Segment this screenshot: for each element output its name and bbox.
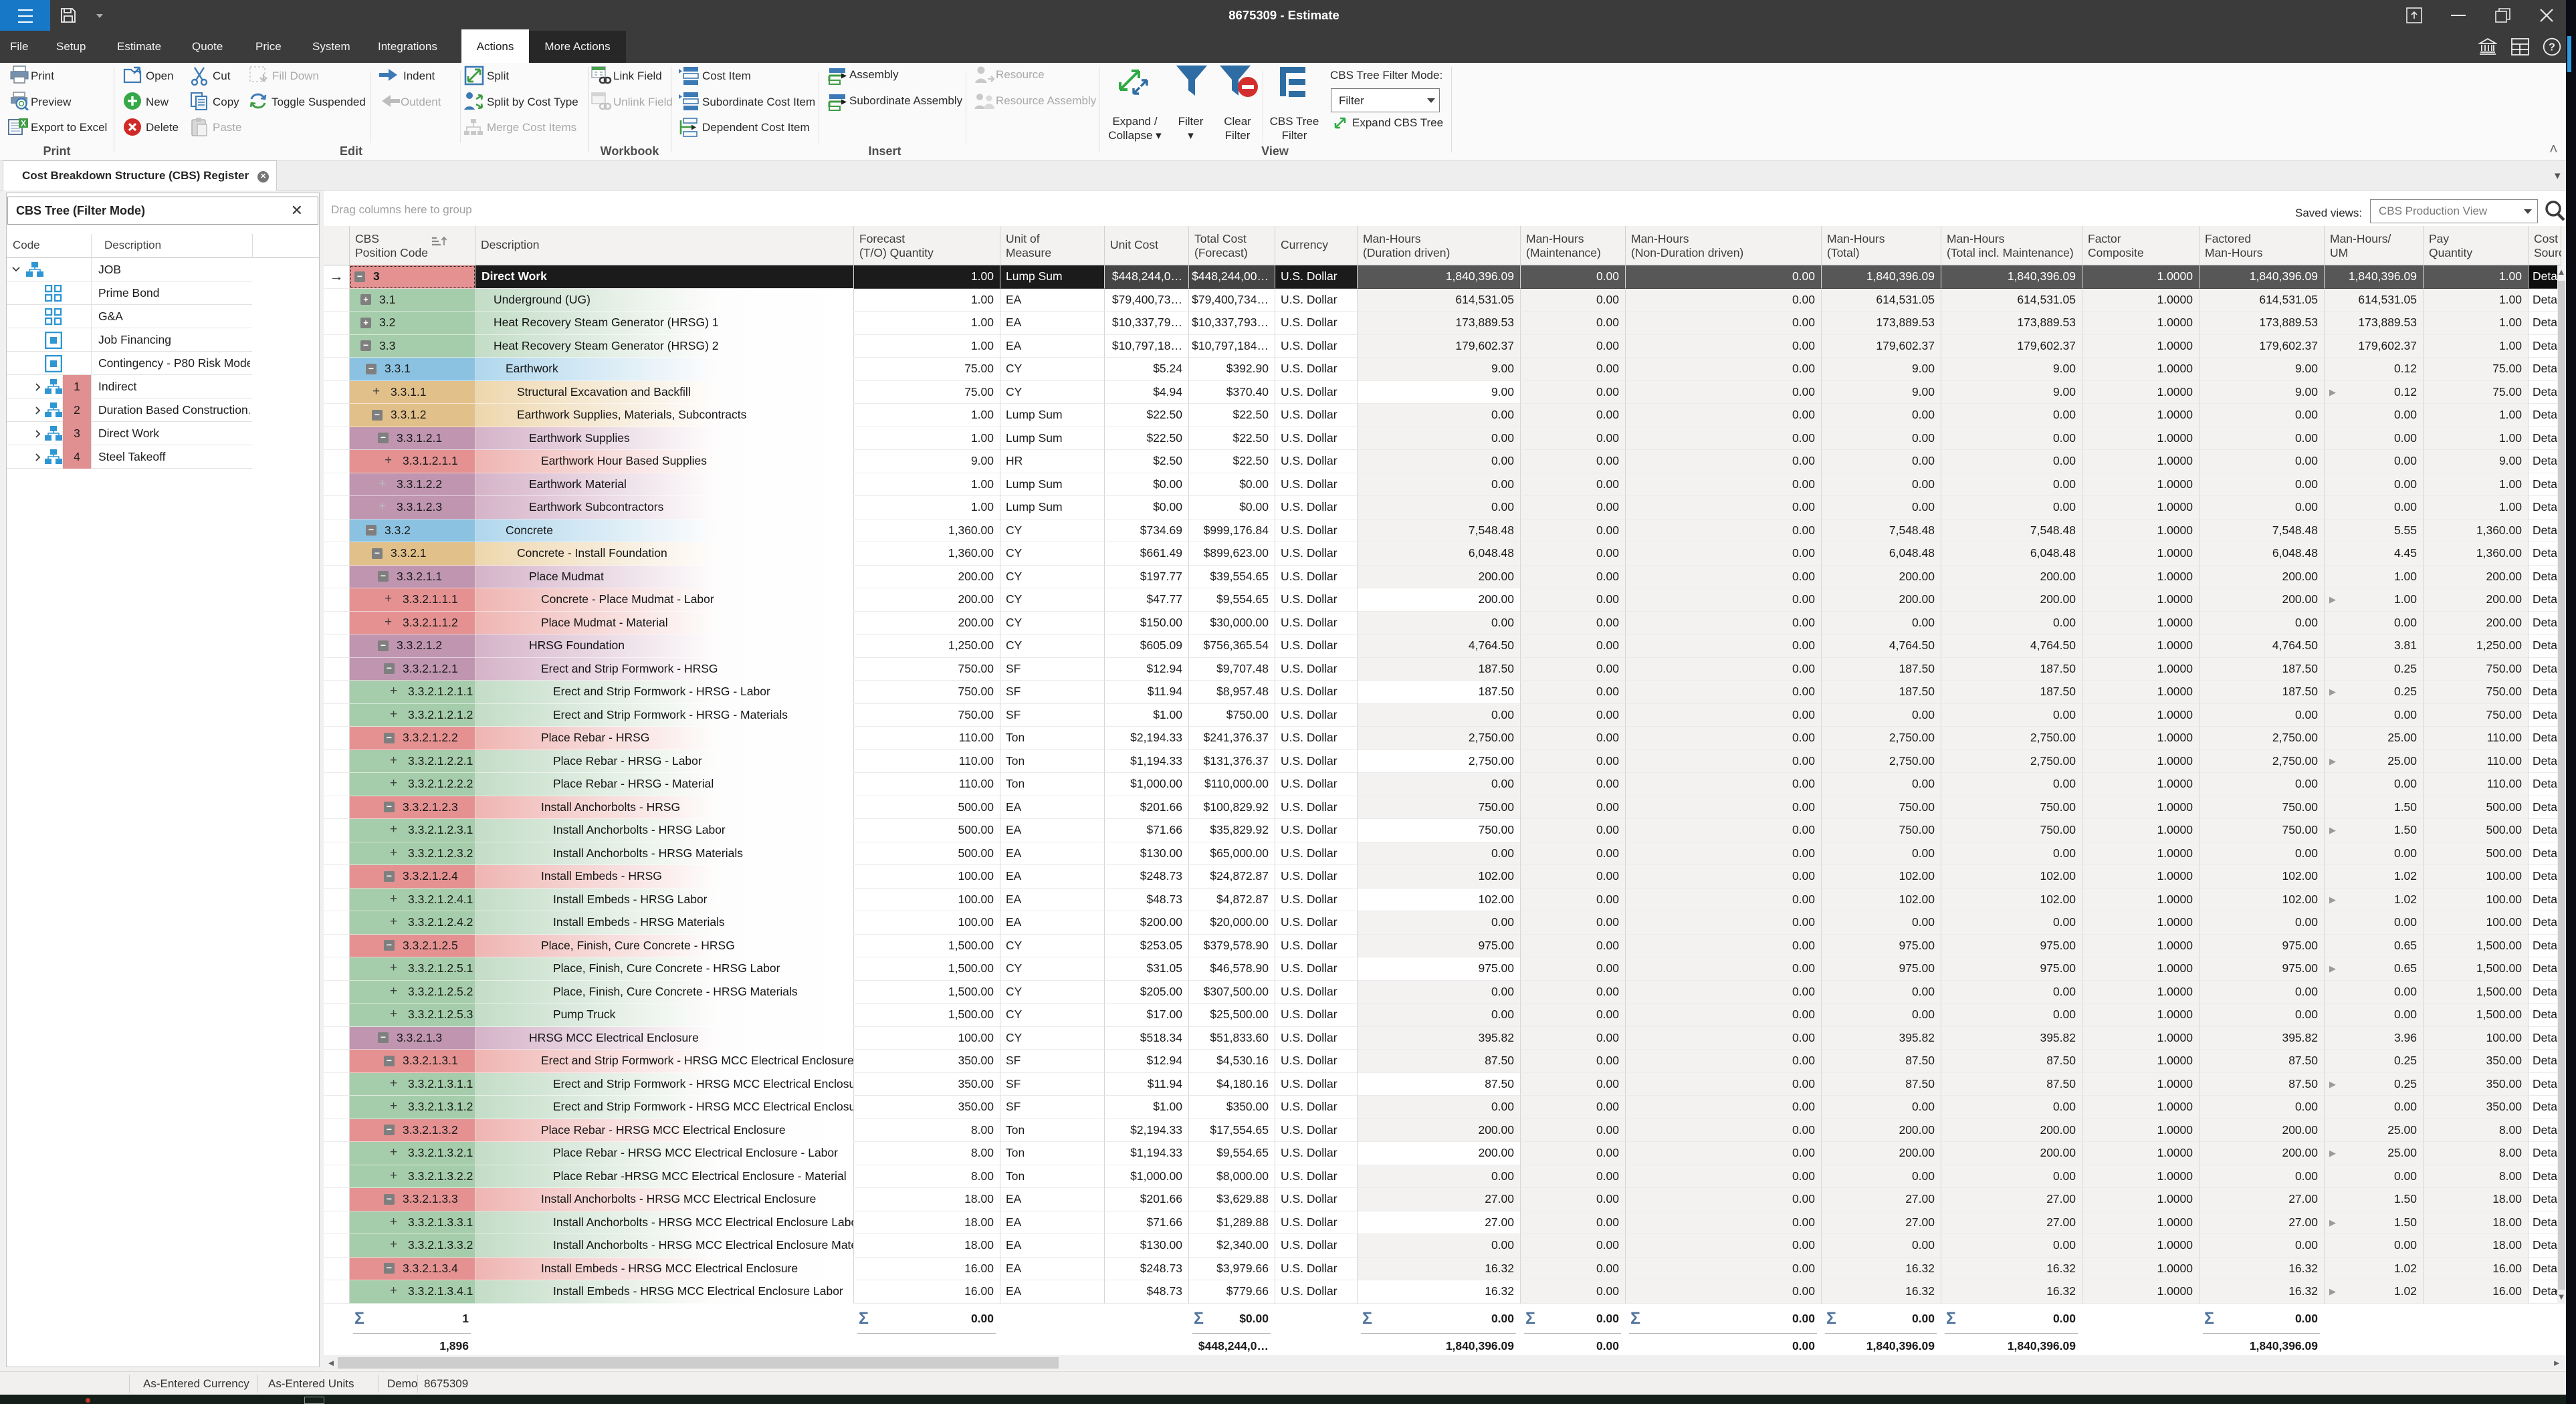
svg-text:X: X <box>21 119 26 128</box>
svg-text:?: ? <box>2549 42 2555 53</box>
